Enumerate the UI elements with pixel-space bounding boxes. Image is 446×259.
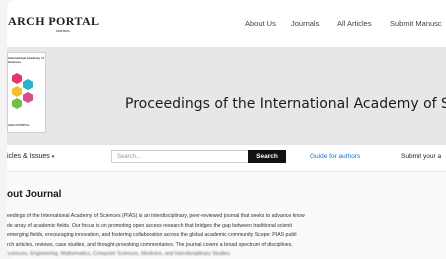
main-nav: About Us Journals All Articles Submit Ma… (7, 19, 446, 29)
search-button[interactable]: Search (248, 150, 286, 163)
browser-frame: ARCH PORTAL CENTRAL About Us Journals Al… (7, 0, 446, 259)
cover-footer: ARCH PORTAL (8, 123, 30, 127)
site-logo-subtitle: CENTRAL (56, 29, 71, 33)
submit-article-link[interactable]: Submit your a (401, 153, 441, 160)
chevron-down-icon: ▾ (51, 154, 55, 160)
hex-green-icon (12, 98, 22, 109)
journal-title: Proceedings of the International Academy… (125, 96, 446, 112)
journal-cover[interactable]: International Academy of Sciences ARCH P… (7, 52, 46, 133)
hex-magenta-icon (23, 92, 33, 103)
about-journal-text: eedings of the International Academy of … (7, 212, 446, 259)
nav-submit-manuscript[interactable]: Submit Manusc (390, 19, 442, 28)
cover-title: International Academy of Sciences (8, 56, 44, 64)
articles-issues-label: icles & Issues (7, 153, 50, 160)
about-line: rch articles, reviews, case studies, and… (7, 241, 293, 248)
site-header: ARCH PORTAL CENTRAL About Us Journals Al… (7, 0, 446, 48)
nav-journals[interactable]: Journals (291, 19, 319, 28)
hex-yellow-icon (12, 86, 22, 97)
hex-teal-icon (23, 79, 33, 90)
nav-all-articles[interactable]: All Articles (337, 19, 372, 28)
about-line: eedings of the International Academy of … (7, 213, 305, 219)
journal-toolbar: icles & Issues ▾ Search... Search Guide … (7, 144, 446, 172)
hex-pink-icon (12, 73, 22, 84)
nav-about-us[interactable]: About Us (245, 19, 276, 28)
search-input[interactable]: Search... (111, 150, 251, 163)
about-journal-heading: out Journal (7, 189, 62, 200)
about-line: emerging fields, encouraging innovation,… (7, 232, 297, 238)
about-line: sciences, Engineering, Mathematics, Comp… (7, 251, 232, 257)
guide-for-authors-link[interactable]: Guide for authors (310, 153, 360, 160)
about-line: de array of academic fields. Our focus i… (7, 222, 292, 229)
articles-issues-dropdown[interactable]: icles & Issues ▾ (7, 153, 54, 160)
